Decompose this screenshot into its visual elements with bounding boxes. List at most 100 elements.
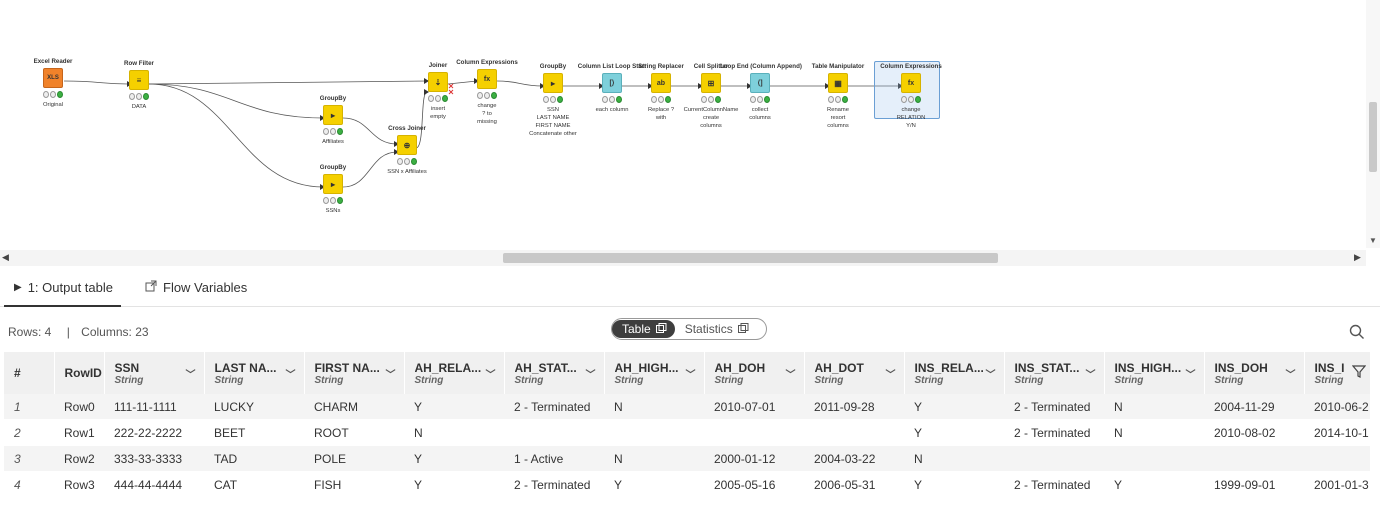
table-row[interactable]: 2 Row1 222-22-2222 BEET ROOT N Y 2 - Ter…	[4, 419, 1370, 446]
table-cell[interactable]: 2 - Terminated	[504, 394, 604, 420]
table-cell[interactable]: N	[1104, 394, 1204, 420]
chevron-down-icon[interactable]: ﹀	[286, 366, 296, 381]
scroll-down-icon[interactable]: ▼	[1369, 236, 1377, 245]
table-cell[interactable]	[504, 419, 604, 446]
table-cell[interactable]: 2004-11-29	[1204, 394, 1304, 420]
column-header[interactable]: AH_HIGH... String ﹀	[604, 352, 705, 394]
chevron-down-icon[interactable]: ﹀	[586, 366, 596, 381]
table-cell[interactable]: N	[604, 445, 704, 472]
column-header[interactable]: SSN String ﹀	[104, 352, 205, 394]
search-icon[interactable]	[1349, 324, 1365, 345]
column-header[interactable]: INS_HIGH... String ﹀	[1104, 352, 1205, 394]
node-cross-joiner[interactable]: Cross Joiner ⊕ SSN x Affiliates	[367, 125, 447, 176]
node-groupby-affiliates[interactable]: GroupBy ▸ Affiliates	[293, 95, 373, 146]
table-cell[interactable]: 2010-07-01	[704, 394, 804, 420]
chevron-down-icon[interactable]: ﹀	[186, 366, 196, 381]
table-cell[interactable]: BEET	[204, 419, 304, 446]
table-cell[interactable]: N	[404, 419, 504, 446]
table-cell[interactable]: 2 - Terminated	[504, 471, 604, 498]
table-cell[interactable]: CAT	[204, 471, 304, 498]
table-cell[interactable]: 2 - Terminated	[1004, 394, 1104, 420]
table-cell[interactable]: N	[604, 394, 704, 420]
column-header[interactable]: AH_DOH String ﹀	[704, 352, 805, 394]
scroll-left-icon[interactable]: ◀	[2, 252, 9, 263]
statistics-view-button[interactable]: Statistics	[675, 320, 757, 338]
column-header[interactable]: AH_RELA... String ﹀	[404, 352, 505, 394]
chevron-down-icon[interactable]: ﹀	[1186, 366, 1196, 381]
filter-icon[interactable]	[1351, 364, 1366, 381]
table-cell[interactable]: 333-33-3333	[104, 445, 204, 472]
table-cell[interactable]: Y	[404, 471, 504, 498]
table-row[interactable]: 3 Row2 333-33-3333 TAD POLE Y 1 - Active…	[4, 445, 1370, 472]
scroll-right-icon[interactable]: ▶	[1354, 252, 1361, 263]
table-cell[interactable]: 111-11-1111	[104, 394, 204, 420]
chevron-down-icon[interactable]: ﹀	[786, 366, 796, 381]
table-row[interactable]: 4 Row3 444-44-4444 CAT FISH Y 2 - Termin…	[4, 471, 1370, 498]
table-cell[interactable]: N	[1104, 419, 1204, 446]
table-cell[interactable]: Y	[904, 394, 1004, 420]
table-cell[interactable]	[1004, 445, 1104, 472]
chevron-down-icon[interactable]: ﹀	[386, 366, 396, 381]
chevron-down-icon[interactable]: ﹀	[1086, 366, 1096, 381]
table-cell[interactable]: FISH	[304, 471, 404, 498]
scrollbar-thumb[interactable]	[1369, 102, 1377, 172]
table-cell[interactable]	[604, 419, 704, 446]
column-header[interactable]: LAST NA... String ﹀	[204, 352, 305, 394]
tab-output-table[interactable]: ▶ 1: Output table	[4, 280, 121, 307]
table-cell[interactable]: 2010-08-02	[1204, 419, 1304, 446]
column-header[interactable]: INS_RELA... String ﹀	[904, 352, 1005, 394]
chevron-down-icon[interactable]: ﹀	[886, 366, 896, 381]
table-cell[interactable]: POLE	[304, 445, 404, 472]
scrollbar-thumb[interactable]	[503, 253, 998, 263]
table-cell[interactable]: 2005-05-16	[704, 471, 804, 498]
table-row[interactable]: 1 Row0 111-11-1111 LUCKY CHARM Y 2 - Ter…	[4, 394, 1370, 420]
table-cell[interactable]	[1304, 445, 1370, 472]
table-cell[interactable]: 2 - Terminated	[1004, 419, 1104, 446]
chevron-down-icon[interactable]: ﹀	[1286, 366, 1296, 381]
canvas-vertical-scrollbar[interactable]: ▼	[1366, 0, 1380, 248]
table-cell[interactable]: Y	[404, 445, 504, 472]
column-header[interactable]: INS_DOH String ﹀	[1204, 352, 1305, 394]
workflow-canvas[interactable]: Excel Reader XLS Original Row Filter ≡ D…	[0, 0, 1366, 248]
table-cell[interactable]: Y	[604, 471, 704, 498]
node-loop-end[interactable]: Loop End (Column Append) ⟨] collect colu…	[720, 63, 802, 122]
table-cell[interactable]: Y	[904, 471, 1004, 498]
table-cell[interactable]: 2010-06-2	[1304, 394, 1370, 420]
table-cell[interactable]: TAD	[204, 445, 304, 472]
node-column-expressions-2[interactable]: Column Expressions fx change RELATION Y/…	[871, 61, 951, 130]
table-cell[interactable]: 444-44-4444	[104, 471, 204, 498]
column-header[interactable]: RowID	[54, 352, 105, 394]
table-cell[interactable]: 2000-01-12	[704, 445, 804, 472]
chevron-down-icon[interactable]: ﹀	[686, 366, 696, 381]
table-cell[interactable]: Row1	[54, 419, 104, 446]
table-cell[interactable]: Row0	[54, 394, 104, 420]
table-cell[interactable]: CHARM	[304, 394, 404, 420]
column-header[interactable]: AH_STAT... String ﹀	[504, 352, 605, 394]
table-cell[interactable]	[1204, 445, 1304, 472]
table-cell[interactable]	[704, 419, 804, 446]
table-cell[interactable]: 1999-09-01	[1204, 471, 1304, 498]
table-cell[interactable]	[804, 419, 904, 446]
table-cell[interactable]: 1 - Active	[504, 445, 604, 472]
table-cell[interactable]: N	[904, 445, 1004, 472]
table-cell[interactable]: Y	[404, 394, 504, 420]
column-header[interactable]: FIRST NA... String ﹀	[304, 352, 405, 394]
table-cell[interactable]: Row3	[54, 471, 104, 498]
table-cell[interactable]: ROOT	[304, 419, 404, 446]
table-cell[interactable]: 2011-09-28	[804, 394, 904, 420]
table-cell[interactable]	[1104, 445, 1204, 472]
table-cell[interactable]: Row2	[54, 445, 104, 472]
node-table-manipulator[interactable]: Table Manipulator ▦ Rename resort column…	[798, 63, 878, 130]
node-groupby-ssns[interactable]: GroupBy ▸ SSNs	[293, 164, 373, 215]
tab-flow-variables[interactable]: Flow Variables	[145, 280, 247, 295]
column-header[interactable]: INS_I String	[1304, 352, 1371, 394]
table-cell[interactable]: 2 - Terminated	[1004, 471, 1104, 498]
table-cell[interactable]: 2001-01-3	[1304, 471, 1370, 498]
node-excel-reader[interactable]: Excel Reader XLS Original	[13, 58, 93, 109]
table-cell[interactable]: 2014-10-1	[1304, 419, 1370, 446]
table-cell[interactable]: Y	[904, 419, 1004, 446]
canvas-horizontal-scrollbar[interactable]: ◀ ▶	[0, 250, 1366, 266]
table-cell[interactable]: 2006-05-31	[804, 471, 904, 498]
table-view-button[interactable]: Table	[612, 320, 675, 338]
chevron-down-icon[interactable]: ﹀	[486, 366, 496, 381]
